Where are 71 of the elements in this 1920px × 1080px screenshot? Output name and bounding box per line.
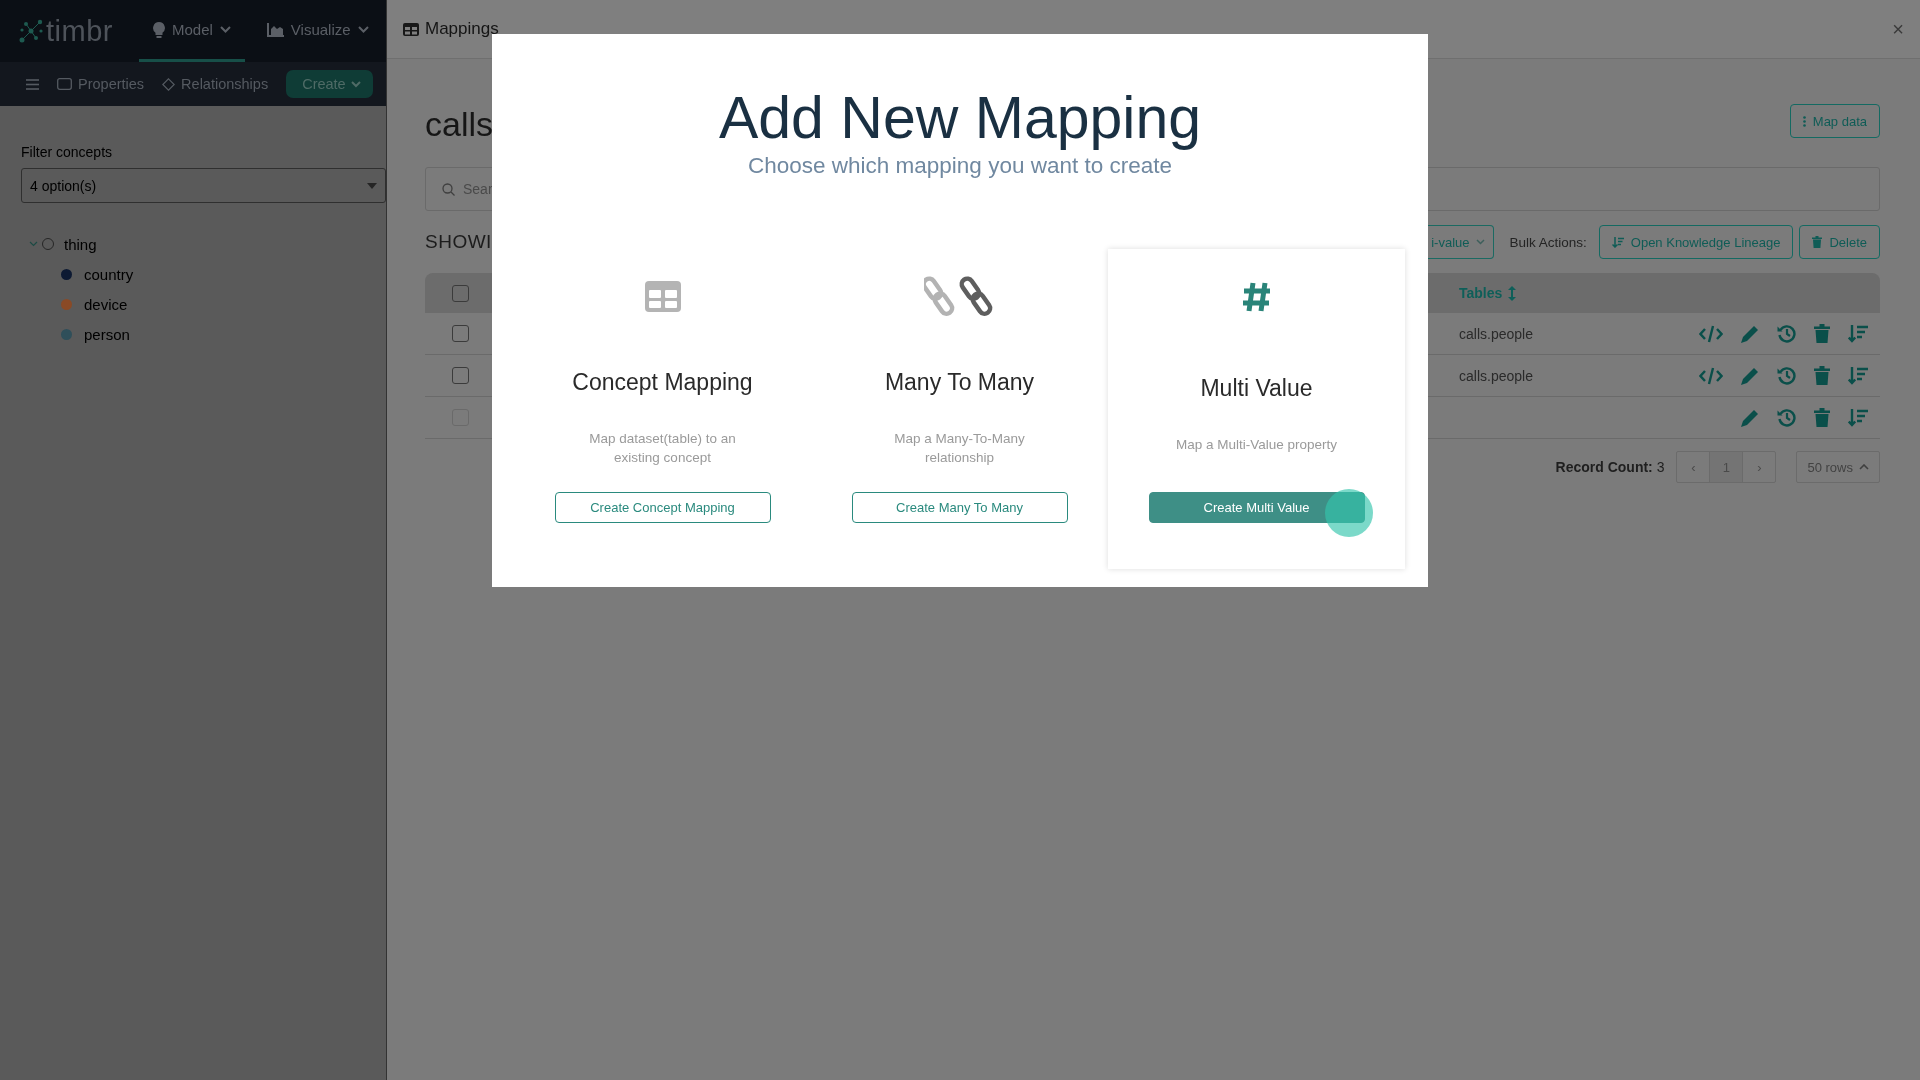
chevron-icon [219, 26, 231, 33]
create-button[interactable]: Create Concept Mapping [554, 491, 771, 523]
diamond-icon [162, 77, 176, 91]
logo-text: timbr [46, 14, 113, 48]
panel-title: Mappings [425, 19, 499, 39]
filter-dropdown[interactable]: 4 option(s) [21, 168, 386, 203]
filter-label: Filter concepts [21, 144, 114, 160]
table-cell: calls.people [1459, 325, 1533, 342]
trash-icon [1812, 236, 1823, 248]
map-data-button[interactable]: Map data [1789, 104, 1880, 138]
code-icon[interactable] [1699, 366, 1723, 385]
tree-item[interactable]: device [84, 295, 128, 313]
dropdown-arrow-icon [367, 182, 377, 189]
modal-subtitle: Choose which mapping you want to create [748, 152, 1172, 179]
modal-title: Add New Mapping [718, 86, 1202, 151]
table-cell: calls.people [1459, 367, 1533, 384]
chevron-icon [350, 80, 361, 88]
trash-icon[interactable] [1814, 366, 1830, 385]
sort-lines-icon [1611, 236, 1624, 248]
close-button[interactable]: × [1892, 17, 1904, 41]
chevron-icon [357, 26, 369, 33]
kebab-icon [1802, 115, 1806, 127]
sort-lines-icon[interactable] [1848, 366, 1868, 385]
card-title: Many To Many [884, 368, 1035, 397]
code-icon[interactable] [1699, 324, 1723, 343]
next-page-button[interactable]: › [1743, 452, 1776, 482]
table-icon [403, 22, 419, 36]
tree-item[interactable]: thing [64, 235, 97, 253]
card-title: Concept Mapping [572, 368, 753, 397]
lineage-button[interactable]: Open Knowledge Lineage [1598, 225, 1794, 259]
showing-label: SHOWI [425, 231, 492, 253]
record-count: Record Count: 3 [1555, 459, 1665, 475]
bulb-icon [152, 21, 165, 38]
checkbox[interactable] [452, 367, 469, 384]
pencil-icon[interactable] [1741, 324, 1759, 343]
hashtag-icon [1241, 280, 1272, 313]
tree-item[interactable]: person [84, 325, 130, 343]
history-icon[interactable] [1777, 324, 1796, 343]
page-heading: calls [425, 104, 494, 144]
create-button[interactable]: Create Many To Many [851, 491, 1068, 523]
sort-lines-icon[interactable] [1848, 324, 1868, 343]
create-button[interactable]: Create [286, 70, 373, 98]
delete-button[interactable]: Delete [1799, 225, 1880, 259]
history-icon[interactable] [1777, 366, 1796, 385]
rows-per-page-dropdown[interactable]: 50 rows [1796, 451, 1880, 483]
checkbox[interactable] [452, 284, 469, 302]
previous-page-button[interactable]: ‹ [1677, 452, 1710, 482]
table-icon [644, 281, 681, 313]
chevron-icon[interactable] [29, 241, 38, 247]
card-description: Map a Many-To-Many relationship [893, 429, 1026, 467]
card-title: Multi Value [1200, 374, 1313, 403]
tree-item[interactable]: country [84, 265, 134, 283]
chevron-icon [1475, 239, 1485, 245]
pencil-icon[interactable] [1741, 366, 1759, 385]
bulk-actions-label: Bulk Actions: [1509, 234, 1587, 250]
chevron-icon [1859, 464, 1869, 470]
logo-icon [18, 18, 44, 44]
card-description: Map dataset(table) to an existing concept [588, 429, 737, 467]
checkbox[interactable] [452, 325, 469, 342]
card-description: Map a Multi-Value property [1175, 435, 1338, 454]
search-icon [442, 182, 455, 196]
toolbar-link[interactable]: Relationships [162, 76, 269, 92]
option-card[interactable]: Multi Value Map a Multi-Value property Create Multi Value [1108, 248, 1405, 569]
menu-icon[interactable] [26, 78, 39, 90]
nav-menu[interactable]: Visualize [252, 0, 383, 62]
trash-icon[interactable] [1814, 324, 1830, 343]
toolbar-link[interactable]: Properties [57, 76, 145, 92]
square-icon [57, 78, 72, 90]
chart-icon [266, 22, 284, 37]
sort-icon[interactable] [1508, 285, 1517, 301]
create-button[interactable]: Create Multi Value [1148, 491, 1365, 523]
